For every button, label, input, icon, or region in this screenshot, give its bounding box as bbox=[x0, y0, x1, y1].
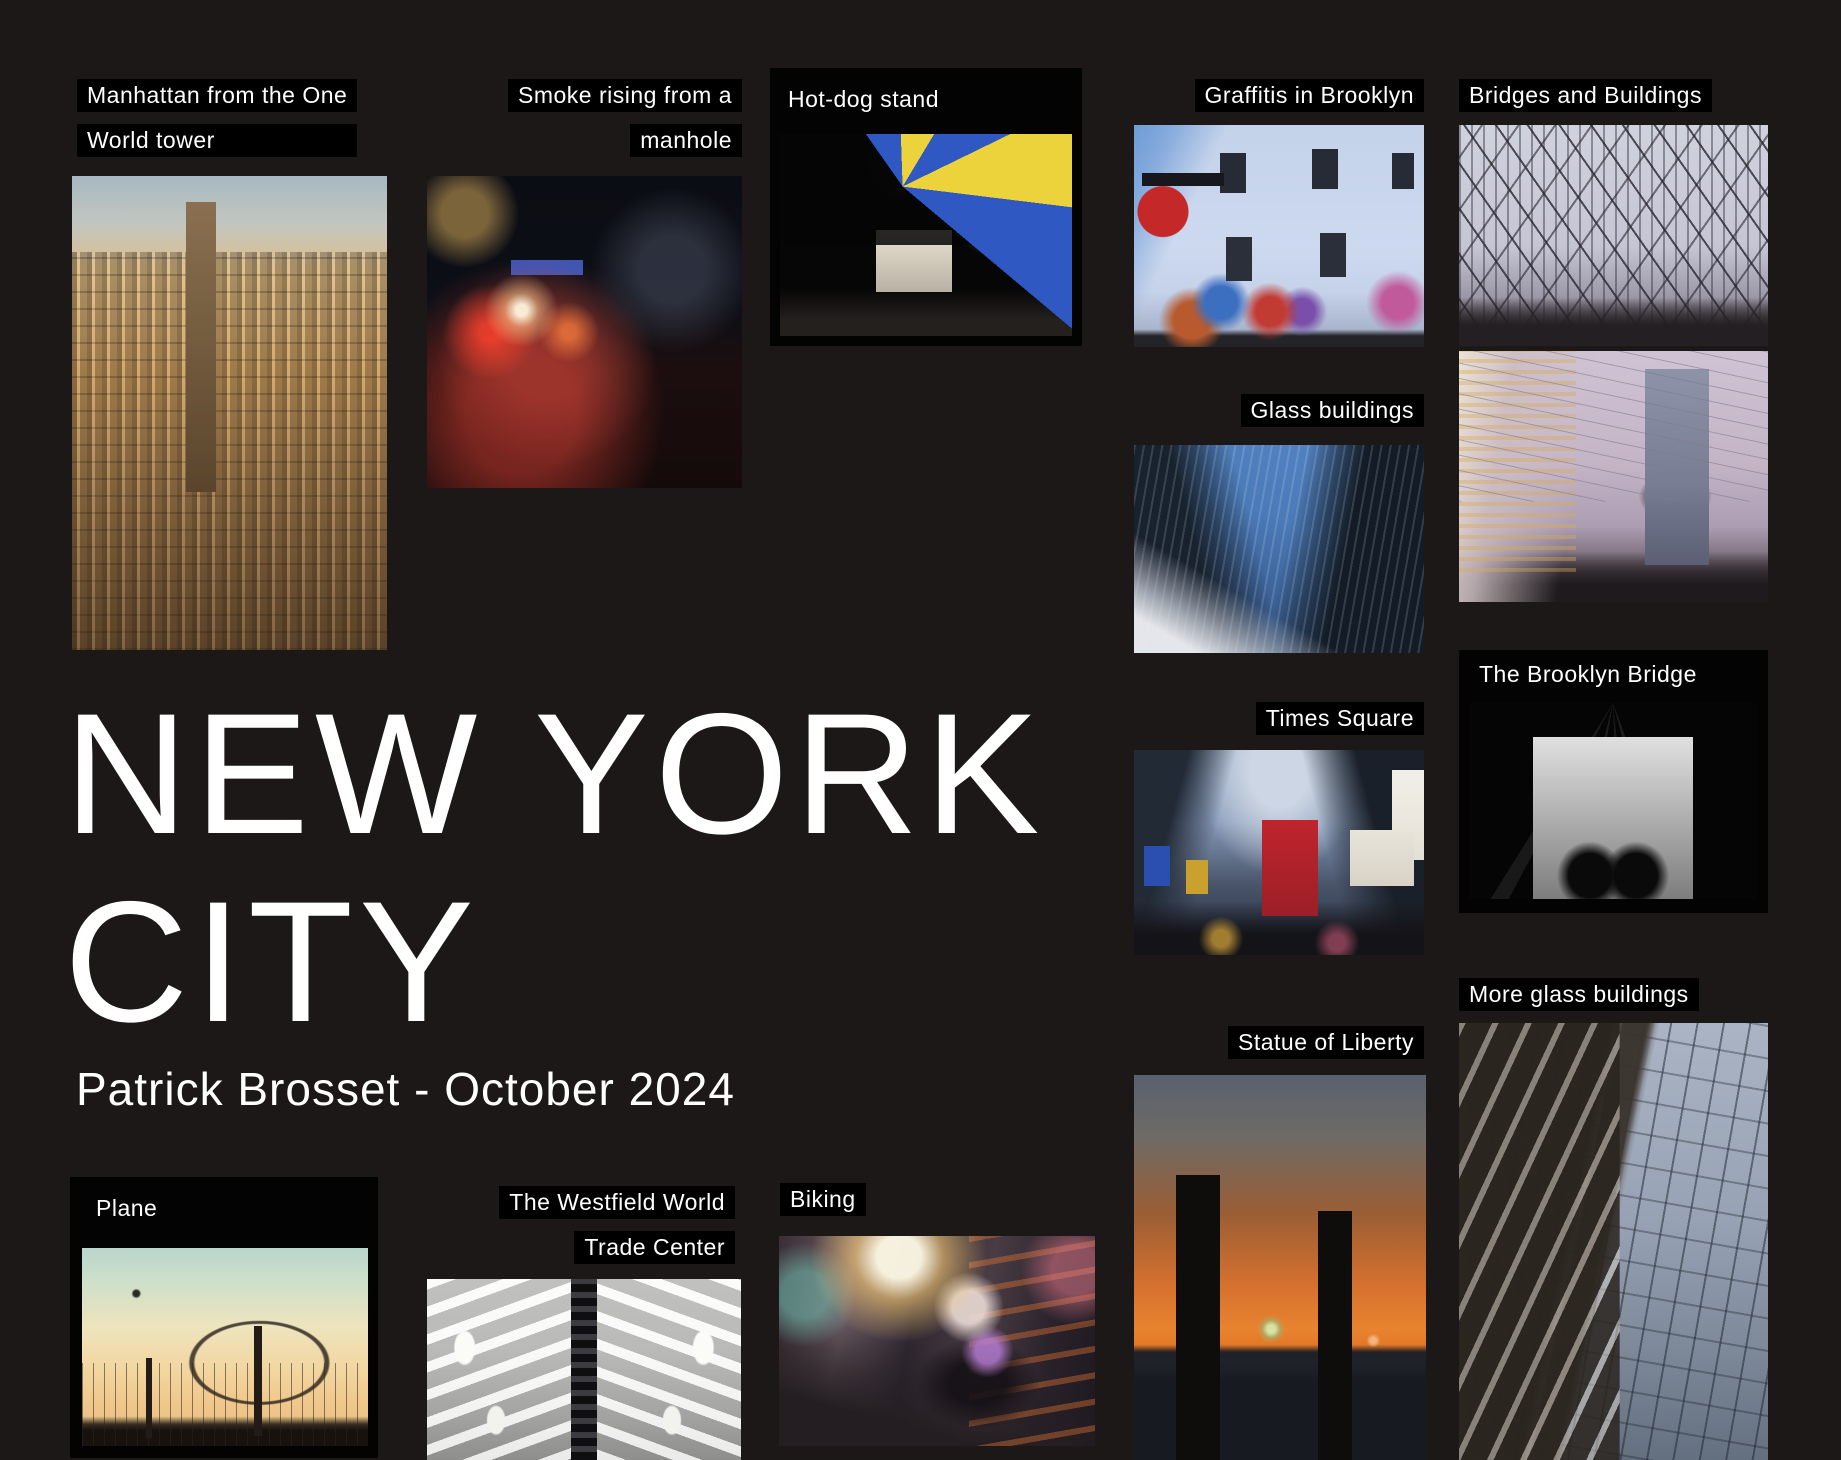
photo-hotdog-stand bbox=[780, 134, 1072, 336]
photo-times-square bbox=[1134, 750, 1424, 955]
caption-line: Glass buildings bbox=[1241, 394, 1424, 427]
caption-line: Graffitis in Brooklyn bbox=[1195, 79, 1424, 112]
caption-line: manhole bbox=[630, 124, 742, 157]
caption-line: Plane bbox=[92, 1192, 161, 1225]
photo-statue-of-liberty bbox=[1134, 1075, 1426, 1460]
caption-line: Smoke rising from a bbox=[508, 79, 742, 112]
caption-line: Hot-dog stand bbox=[784, 83, 943, 116]
caption-bridges-and-buildings: Bridges and Buildings bbox=[1459, 79, 1712, 112]
caption-plane: Plane bbox=[92, 1192, 161, 1225]
caption-graffitis: Graffitis in Brooklyn bbox=[1195, 79, 1424, 112]
caption-line: Bridges and Buildings bbox=[1459, 79, 1712, 112]
photo-bridge-cables bbox=[1459, 125, 1768, 346]
caption-line: More glass buildings bbox=[1459, 978, 1699, 1011]
photo-westfield-oculus bbox=[427, 1279, 741, 1460]
page-title-line1: NEW YORK bbox=[64, 680, 1045, 868]
photo-smoke-manhole bbox=[427, 176, 742, 488]
caption-line: Biking bbox=[780, 1183, 866, 1216]
photo-biking-blur bbox=[779, 1236, 1095, 1446]
page-title-line2: CITY bbox=[64, 868, 1045, 1056]
caption-glass-buildings: Glass buildings bbox=[1241, 394, 1424, 427]
photo-manhattan-skyline bbox=[72, 176, 387, 650]
caption-smoke: Smoke rising from a manhole bbox=[508, 79, 742, 157]
photo-brooklyn-bridge-night bbox=[1469, 703, 1757, 899]
page-subtitle: Patrick Brosset - October 2024 bbox=[76, 1062, 735, 1116]
photo-plane-sunset-bridge bbox=[82, 1248, 368, 1446]
caption-line: The Brooklyn Bridge bbox=[1475, 658, 1701, 691]
photo-glass-buildings bbox=[1134, 445, 1424, 653]
caption-biking: Biking bbox=[780, 1183, 866, 1216]
caption-line: Manhattan from the One bbox=[77, 79, 357, 112]
caption-line: The Westfield World bbox=[499, 1186, 735, 1219]
caption-line: Trade Center bbox=[574, 1231, 735, 1264]
caption-brooklyn-bridge: The Brooklyn Bridge bbox=[1475, 658, 1701, 691]
caption-line: Times Square bbox=[1256, 702, 1424, 735]
caption-westfield: The Westfield World Trade Center bbox=[499, 1186, 735, 1264]
caption-more-glass-buildings: More glass buildings bbox=[1459, 978, 1699, 1011]
caption-times-square: Times Square bbox=[1256, 702, 1424, 735]
page-title: NEW YORK CITY bbox=[64, 680, 1045, 1056]
caption-manhattan: Manhattan from the One World tower bbox=[77, 79, 357, 157]
photo-manhattan-bridge-tower bbox=[1459, 351, 1768, 602]
photo-graffitis-brooklyn bbox=[1134, 125, 1424, 347]
photo-more-glass-buildings bbox=[1459, 1023, 1768, 1460]
caption-hotdog: Hot-dog stand bbox=[784, 83, 943, 116]
caption-statue-of-liberty: Statue of Liberty bbox=[1228, 1026, 1424, 1059]
caption-line: Statue of Liberty bbox=[1228, 1026, 1424, 1059]
caption-line: World tower bbox=[77, 124, 357, 157]
